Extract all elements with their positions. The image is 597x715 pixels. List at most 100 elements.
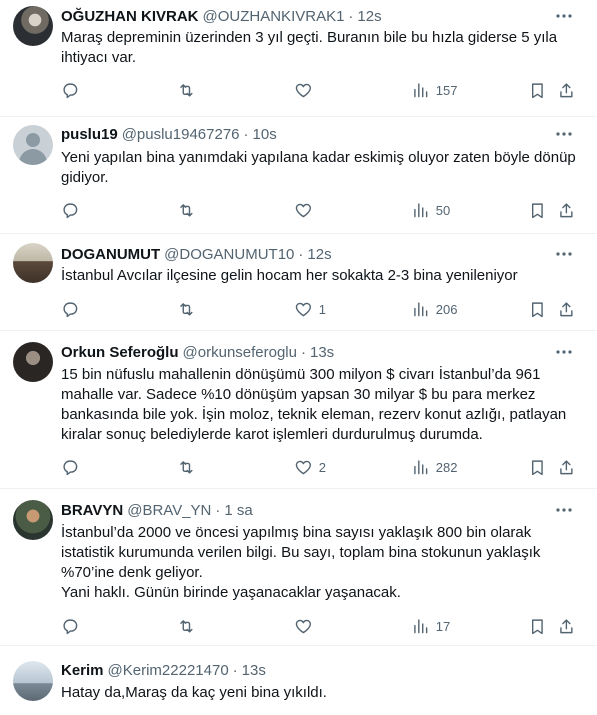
avatar[interactable] <box>13 125 53 165</box>
tweet[interactable]: DOGANUMUT @DOGANUMUT10 · 12s İstanbul Av… <box>0 234 597 331</box>
share-button[interactable] <box>557 80 576 100</box>
share-icon <box>560 619 573 633</box>
views-count: 17 <box>435 618 451 634</box>
bookmark-icon <box>531 460 543 475</box>
like-button[interactable]: 2 <box>294 457 326 477</box>
timestamp[interactable]: 12s <box>357 8 381 25</box>
views-count: 282 <box>435 459 458 475</box>
action-bar: 157 <box>61 80 586 100</box>
views-icon <box>414 83 428 97</box>
more-icon[interactable] <box>555 125 573 143</box>
author-handle[interactable]: @BRAV_YN <box>127 502 211 519</box>
reply-icon <box>63 302 78 317</box>
timestamp[interactable]: 12s <box>307 246 331 263</box>
avatar[interactable] <box>13 6 53 46</box>
tweet[interactable]: Kerim @Kerim22221470 · 13s Hatay da,Mara… <box>0 646 597 715</box>
tweet-header: Kerim @Kerim22221470 · 13s <box>61 660 266 680</box>
views-count: 206 <box>435 301 458 317</box>
avatar[interactable] <box>13 661 53 701</box>
action-bar: 17 <box>61 616 586 636</box>
like-button[interactable] <box>294 80 319 100</box>
share-button[interactable] <box>557 200 576 220</box>
reply-button[interactable] <box>61 80 80 100</box>
author-handle[interactable]: @DOGANUMUT10 <box>164 246 294 263</box>
timestamp[interactable]: 10s <box>253 126 277 143</box>
views-button[interactable]: 157 <box>411 80 457 100</box>
retweet-icon <box>180 460 193 474</box>
share-icon <box>560 302 573 316</box>
bookmark-icon <box>531 302 543 317</box>
tweet[interactable]: puslu19 @puslu19467276 · 10s Yeni yapıla… <box>0 117 597 234</box>
bookmark-button[interactable] <box>528 457 547 477</box>
action-bar: 50 <box>61 200 586 220</box>
share-button[interactable] <box>557 299 576 319</box>
tweet-header: puslu19 @puslu19467276 · 10s <box>61 124 277 144</box>
share-icon <box>560 203 573 217</box>
tweet-text: Yeni yapılan bina yanımdaki yapılana kad… <box>61 149 576 186</box>
author-name[interactable]: BRAVYN <box>61 502 123 519</box>
bookmark-button[interactable] <box>528 299 547 319</box>
author-name[interactable]: DOGANUMUT <box>61 246 160 263</box>
author-handle[interactable]: @OUZHANKIVRAK1 <box>203 8 345 25</box>
like-icon <box>295 460 312 474</box>
share-button[interactable] <box>557 616 576 636</box>
author-name[interactable]: Orkun Seferoğlu <box>61 344 179 361</box>
reply-button[interactable] <box>61 457 80 477</box>
tweet[interactable]: OĞUZHAN KIVRAK @OUZHANKIVRAK1 · 12s Mara… <box>0 0 597 117</box>
more-icon[interactable] <box>555 245 573 263</box>
retweet-button[interactable] <box>177 616 196 636</box>
bookmark-button[interactable] <box>528 200 547 220</box>
views-count: 50 <box>435 202 451 218</box>
tweet[interactable]: BRAVYN @BRAV_YN · 1 sa İstanbul’da 2000 … <box>0 489 597 646</box>
author-name[interactable]: puslu19 <box>61 126 118 143</box>
views-icon <box>414 460 428 474</box>
bookmark-button[interactable] <box>528 616 547 636</box>
like-count: 1 <box>318 301 326 317</box>
more-icon[interactable] <box>555 501 573 519</box>
retweet-button[interactable] <box>177 80 196 100</box>
like-button[interactable]: 1 <box>294 299 326 319</box>
like-icon <box>295 203 312 217</box>
timestamp[interactable]: 13s <box>242 662 266 679</box>
separator-dot: · <box>215 501 221 519</box>
avatar[interactable] <box>13 500 53 540</box>
reply-button[interactable] <box>61 200 80 220</box>
timestamp[interactable]: 1 sa <box>224 502 252 519</box>
share-icon <box>560 460 573 474</box>
author-handle[interactable]: @Kerim22221470 <box>108 662 229 679</box>
bookmark-icon <box>531 83 543 98</box>
views-icon <box>414 619 428 633</box>
more-icon[interactable] <box>555 7 573 25</box>
retweet-button[interactable] <box>177 299 196 319</box>
views-button[interactable]: 50 <box>411 200 450 220</box>
like-button[interactable] <box>294 200 319 220</box>
views-button[interactable]: 206 <box>411 299 457 319</box>
retweet-button[interactable] <box>177 200 196 220</box>
avatar[interactable] <box>13 342 53 382</box>
separator-dot: · <box>232 661 238 679</box>
like-button[interactable] <box>294 616 319 636</box>
views-button[interactable]: 17 <box>411 616 450 636</box>
bookmark-button[interactable] <box>528 80 547 100</box>
author-handle[interactable]: @puslu19467276 <box>122 126 240 143</box>
author-handle[interactable]: @orkunseferoglu <box>183 344 297 361</box>
tweet-header: BRAVYN @BRAV_YN · 1 sa <box>61 500 253 520</box>
action-bar: 1 206 <box>61 299 586 319</box>
timestamp[interactable]: 13s <box>310 344 334 361</box>
more-icon[interactable] <box>555 343 573 361</box>
views-icon <box>414 203 428 217</box>
reply-button[interactable] <box>61 616 80 636</box>
views-button[interactable]: 282 <box>411 457 457 477</box>
author-name[interactable]: Kerim <box>61 662 104 679</box>
reply-button[interactable] <box>61 299 80 319</box>
bookmark-icon <box>531 203 543 218</box>
like-icon <box>295 302 312 316</box>
like-icon <box>295 619 312 633</box>
tweet[interactable]: Orkun Seferoğlu @orkunseferoglu · 13s 15… <box>0 331 597 489</box>
author-name[interactable]: OĞUZHAN KIVRAK <box>61 8 199 25</box>
views-count: 157 <box>435 82 458 98</box>
tweet-text: Maraş depreminin üzerinden 3 yıl geçti. … <box>61 29 558 66</box>
retweet-button[interactable] <box>177 457 196 477</box>
share-button[interactable] <box>557 457 576 477</box>
avatar[interactable] <box>13 243 53 283</box>
